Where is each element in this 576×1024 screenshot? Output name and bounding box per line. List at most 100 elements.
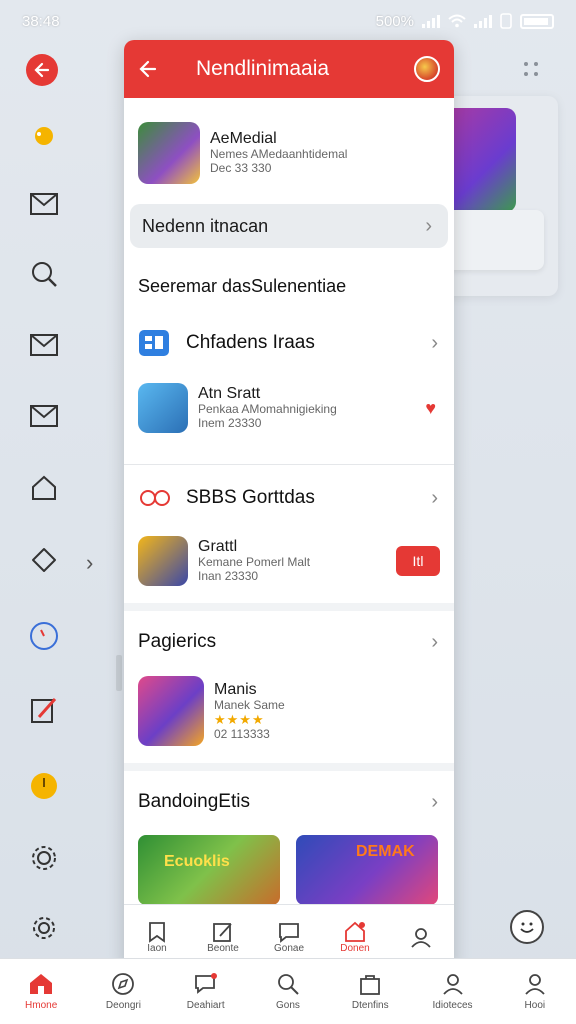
app-title: Grattl [198,538,238,555]
tab-label: Gonae [273,943,305,954]
more-options-icon[interactable] [524,62,538,76]
list-item[interactable]: Manis Manek Same ★★★★ 02 113333 [124,673,454,749]
app-title: Manis [214,680,257,698]
list-item[interactable]: Grattl Kemane Pomerl Malt Inan 23330 Itl [124,531,454,591]
banner-title: Ecuoklis [164,853,230,870]
nav-home[interactable]: Hmone [5,972,77,1011]
person-icon [442,974,463,995]
chevron-right-icon: › [431,790,438,813]
edit-icon[interactable] [24,690,64,730]
chevron-right-icon: › [425,214,432,237]
bag-icon [360,975,381,995]
app-thumbnail [138,676,204,746]
app-subtitle: Manek Same [214,697,285,712]
panel-title: Nendlinimaaia [196,57,330,80]
grid-icon [139,330,169,356]
app-subtitle: Nemes AMedaanhtidemal [210,147,348,162]
profile-icon [525,974,545,995]
section-heading: Seeremar dasSulenentiae [124,256,454,316]
nav-label: Deongri [105,1000,141,1011]
background-tile[interactable] [440,210,544,270]
chevron-right-icon: › [431,630,438,653]
nav-discover[interactable]: Deongri [87,972,159,1011]
signal-icon-2 [474,14,492,28]
section-header-3[interactable]: Pagierics › [124,611,454,673]
wifi-icon [448,14,466,28]
gear-icon-2[interactable] [24,908,64,948]
mail-icon-2[interactable] [24,325,64,365]
status-bar: 38:48 500% [0,0,576,42]
smiley-icon[interactable] [510,910,544,944]
link-icon [140,490,170,506]
panel-tab-3[interactable]: Gonae [259,921,319,954]
nav-label: Hooi [524,1000,546,1011]
panel-header: Nendlinimaaia [124,40,454,98]
signal-icon [422,14,440,28]
app-meta: Inan 23330 [198,569,259,584]
panel-tab-5[interactable] [391,927,451,949]
app-thumbnail [138,383,188,433]
bookmark-icon [149,922,165,943]
app-subtitle: Penkaa AMomahnigieking [198,402,337,417]
battery-icon [520,13,554,29]
banner-title: DEMAK [356,843,415,860]
tag-icon[interactable] [24,540,64,580]
mail-icon-3[interactable] [24,396,64,436]
nav-label: Dtenfins [351,1000,389,1011]
emoji-icon[interactable] [24,766,64,806]
get-button[interactable]: Itl [396,546,440,576]
filter-pill[interactable]: Nedenn itnacan › [130,204,448,248]
compass-icon [112,973,135,995]
tab-label: Beonte [207,943,239,954]
search-icon[interactable] [24,254,64,294]
person-icon [411,927,431,948]
list-item[interactable]: Atn Sratt Penkaa AMomahnigieking Inem 23… [124,370,454,446]
sim-icon [500,13,512,29]
home-icon [30,974,53,994]
panel-tab-2[interactable]: Beonte [193,921,253,954]
app-meta: Dec 33 330 [210,161,272,176]
nav-store[interactable]: Dtenfins [334,972,406,1011]
nav-search[interactable]: Gons [252,972,324,1011]
featured-card[interactable]: AeMedial Nemes AMedaanhtidemal Dec 33 33… [124,98,454,464]
nav-library[interactable]: Idioteces [417,972,489,1011]
tab-label: Iaon [147,943,167,954]
home-icon[interactable] [24,468,64,508]
section-title: Chfadens Iraas [186,332,315,353]
section-card-3: Pagierics › Manis Manek Same ★★★★ 02 113… [124,611,454,763]
clock-icon[interactable] [24,616,64,656]
back-button[interactable] [26,54,58,86]
gear-icon[interactable] [24,838,64,878]
app-title: Atn Sratt [198,385,261,402]
home-icon [345,921,365,942]
section-header-1[interactable]: Chfadens Iraas › [124,316,454,370]
banner-2[interactable]: DEMAK [296,835,438,905]
arrow-left-icon [34,62,50,78]
chevron-right-icon: › [431,331,438,354]
panel-tab-1[interactable]: Iaon [127,921,187,954]
battery-percent: 500% [375,12,414,30]
app-thumbnail [138,536,188,586]
nav-chat[interactable]: Deahiart [170,972,242,1011]
featured-app[interactable]: AeMedial Nemes AMedaanhtidemal Dec 33 33… [124,122,454,184]
divider [116,655,122,691]
nav-label: Hmone [25,1000,58,1011]
chevron-right-icon[interactable]: › [86,550,93,576]
chat-icon [279,923,299,943]
pill-label: Nedenn itnacan [142,215,269,236]
avatar[interactable] [414,56,440,82]
section-card-2: SBBS Gorttdas › Grattl Kemane Pomerl Mal… [124,464,454,603]
banner-1[interactable]: Ecuoklis [138,835,280,905]
cloud-sun-icon[interactable] [24,116,64,156]
mail-icon[interactable] [24,184,64,224]
panel-tab-4[interactable]: Donen [325,921,385,954]
section-title: Pagierics [138,631,217,652]
heart-icon[interactable]: ♥ [425,398,436,419]
app-subtitle: Kemane Pomerl Malt [198,555,311,570]
nav-profile[interactable]: Hooi [499,972,571,1011]
arrow-left-icon[interactable] [138,59,158,79]
app-thumbnail [138,122,200,184]
section-header-4[interactable]: BandoingEtis › [124,771,454,833]
app-title: AeMedial [210,130,277,147]
section-header-2[interactable]: SBBS Gorttdas › [124,465,454,531]
